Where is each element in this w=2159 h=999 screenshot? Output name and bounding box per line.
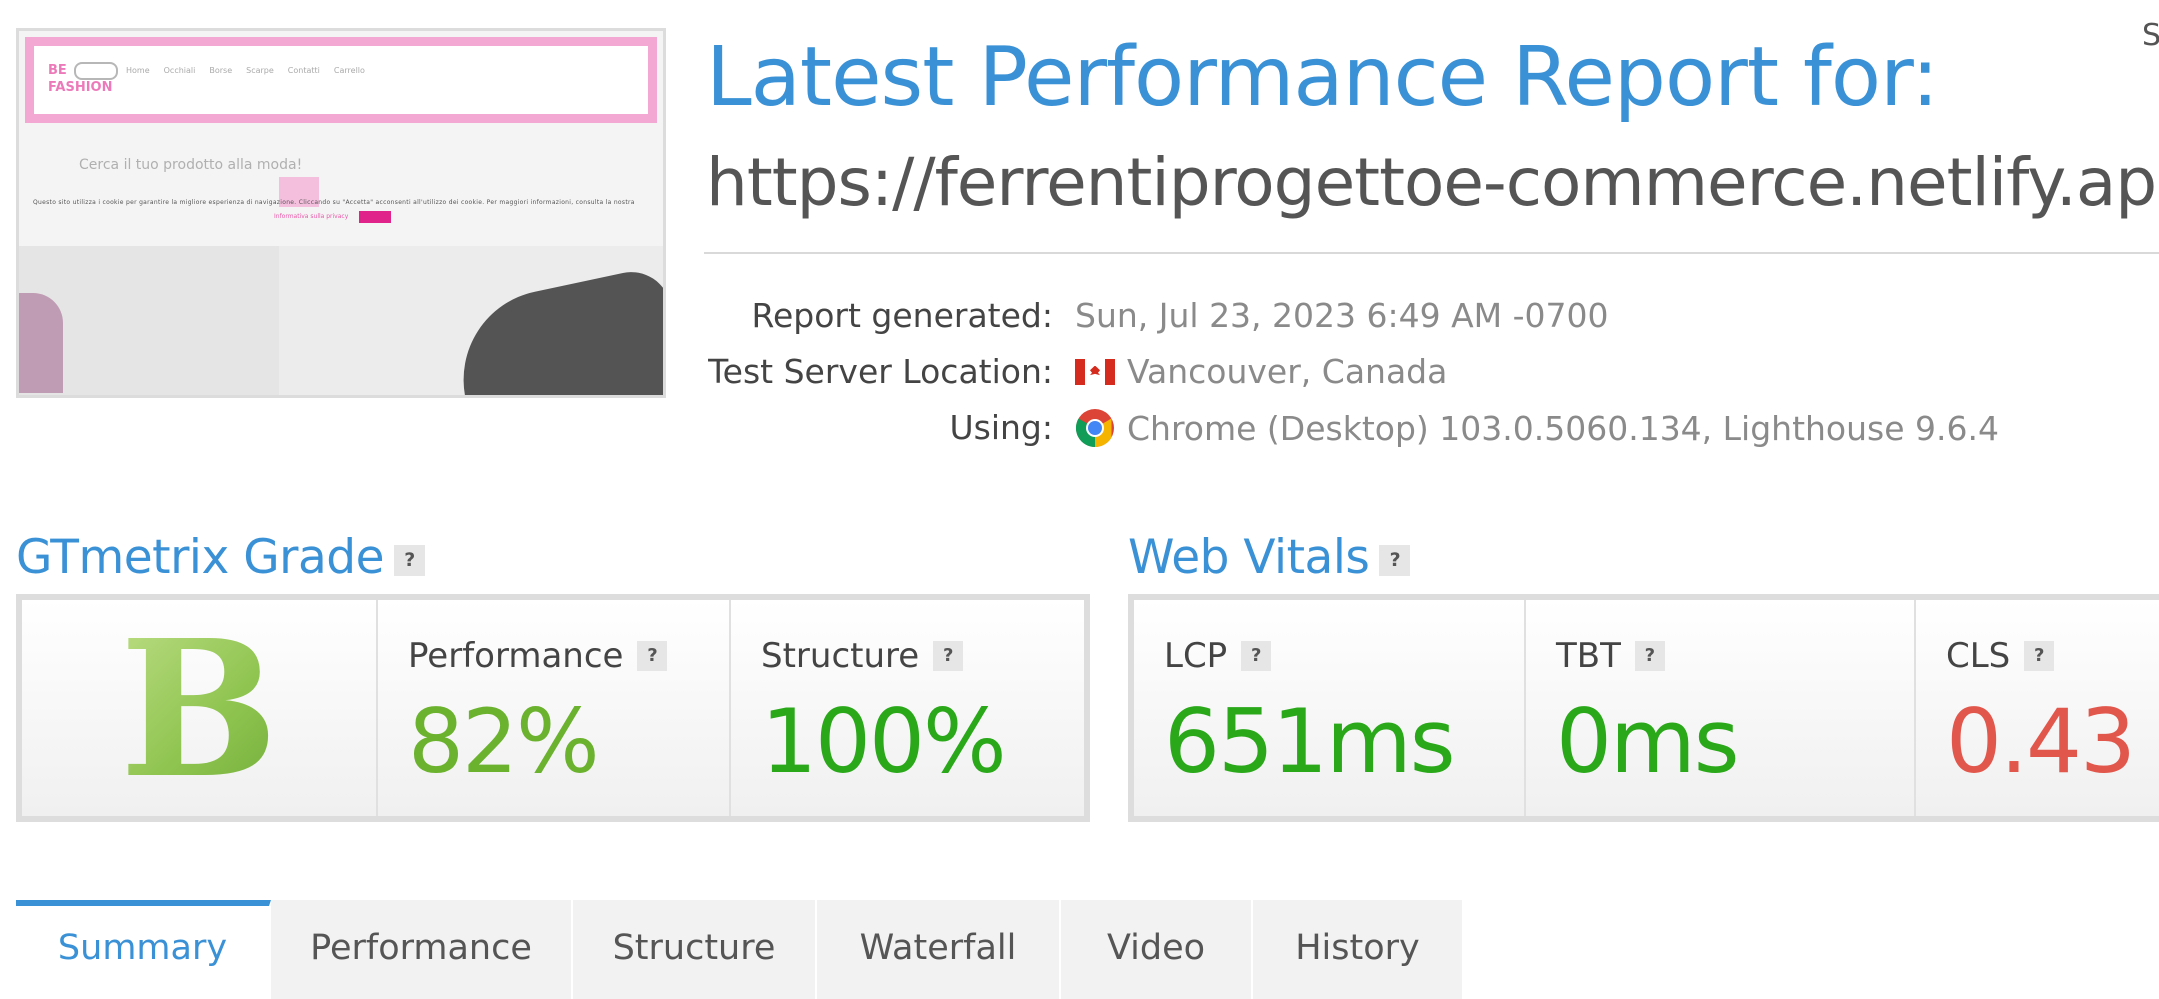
web-vitals-title: Web Vitals — [1128, 530, 1370, 585]
performance-cell: Performance ? 82% — [378, 600, 731, 816]
canada-flag-icon — [1075, 358, 1115, 385]
structure-label: Structure — [761, 636, 920, 676]
thumbnail-nav: Home Occhiali Borse Scarpe Contatti Carr… — [126, 66, 365, 75]
thumbnail-nav-item: Contatti — [287, 66, 320, 75]
server-location-text: Vancouver, Canada — [1127, 352, 1448, 391]
gtmetrix-grade-panel: B Performance ? 82% Structure ? 100% — [16, 594, 1090, 822]
performance-label: Performance — [408, 636, 624, 676]
help-icon[interactable]: ? — [1379, 545, 1411, 576]
thumbnail-nav-item: Carrello — [333, 66, 365, 75]
structure-score: 100% — [761, 690, 1007, 793]
glasses-icon — [74, 62, 118, 80]
tab-waterfall[interactable]: Waterfall — [817, 900, 1061, 999]
site-screenshot-thumbnail[interactable]: BE FASHION Home Occhiali Borse Scarpe Co… — [16, 28, 666, 398]
report-generated-label: Report generated: — [751, 296, 1053, 335]
report-tabs: Summary Performance Structure Waterfall … — [16, 900, 1464, 999]
thumbnail-nav-item: Home — [126, 66, 150, 75]
report-generated-row: Report generated: Sun, Jul 23, 2023 6:49… — [0, 296, 2159, 340]
web-vitals-heading: Web Vitals? — [1128, 530, 1411, 585]
page-title: Latest Performance Report for: — [706, 30, 1939, 125]
thumbnail-logo-line2: FASHION — [48, 80, 113, 95]
tbt-label: TBT — [1556, 636, 1621, 676]
cls-label: CLS — [1946, 636, 2011, 676]
lcp-label: LCP — [1164, 636, 1228, 676]
tbt-cell: TBT ? 0ms — [1526, 600, 1916, 816]
thumbnail-cookie-link: Informativa sulla privacy — [274, 213, 349, 220]
using-value: Chrome (Desktop) 103.0.5060.134, Lightho… — [1075, 408, 1999, 448]
tab-history[interactable]: History — [1253, 900, 1464, 999]
report-url[interactable]: https://ferrentiprogettoe-commerce.netli… — [706, 144, 2159, 221]
grade-letter: B — [22, 610, 376, 810]
thumbnail-cookie-button — [359, 211, 391, 223]
structure-cell: Structure ? 100% — [731, 600, 1084, 816]
help-icon[interactable]: ? — [933, 641, 964, 671]
tab-structure[interactable]: Structure — [573, 900, 817, 999]
using-label: Using: — [949, 408, 1054, 447]
lcp-value: 651ms — [1164, 690, 1456, 793]
report-generated-value: Sun, Jul 23, 2023 6:49 AM -0700 — [1075, 296, 1609, 335]
cls-value: 0.43 — [1946, 690, 2136, 793]
cls-label-row: CLS ? — [1946, 636, 2055, 676]
server-location-label: Test Server Location: — [708, 352, 1053, 391]
help-icon[interactable]: ? — [1241, 641, 1272, 671]
title-divider — [704, 252, 2159, 254]
help-icon[interactable]: ? — [2024, 641, 2055, 671]
server-location-value: Vancouver, Canada — [1075, 352, 1447, 391]
server-location-row: Test Server Location: Vancouver, Canada — [0, 352, 2159, 396]
using-text: Chrome (Desktop) 103.0.5060.134, Lightho… — [1127, 408, 1999, 448]
chrome-icon — [1075, 409, 1114, 448]
thumbnail-site-header: BE FASHION Home Occhiali Borse Scarpe Co… — [25, 37, 657, 123]
report-generated-text: Sun, Jul 23, 2023 6:49 AM -0700 — [1075, 296, 1609, 335]
thumbnail-nav-item: Scarpe — [246, 66, 274, 75]
help-icon[interactable]: ? — [637, 641, 668, 671]
thumbnail-search-text: Cerca il tuo prodotto alla moda! — [79, 157, 303, 173]
lcp-label-row: LCP ? — [1164, 636, 1272, 676]
help-icon[interactable]: ? — [1634, 641, 1665, 671]
gtmetrix-grade-heading: GTmetrix Grade? — [16, 530, 426, 585]
help-icon[interactable]: ? — [394, 545, 426, 576]
cls-cell: CLS ? 0.43 — [1916, 600, 2159, 816]
thumbnail-cookie-text: Questo sito utilizza i cookie per garant… — [33, 199, 635, 206]
tab-performance[interactable]: Performance — [271, 900, 573, 999]
using-row: Using: Chrome (Desktop) 103.0.5060.134, … — [0, 408, 2159, 452]
lcp-cell: LCP ? 651ms — [1134, 600, 1526, 816]
gtmetrix-grade-title: GTmetrix Grade — [16, 530, 385, 585]
grade-cell: B — [22, 600, 378, 816]
performance-label-row: Performance ? — [408, 636, 668, 676]
corner-text: S — [2142, 18, 2159, 53]
tab-video[interactable]: Video — [1061, 900, 1253, 999]
structure-label-row: Structure ? — [761, 636, 964, 676]
tbt-value: 0ms — [1556, 690, 1740, 793]
thumbnail-nav-item: Occhiali — [163, 66, 196, 75]
tab-summary[interactable]: Summary — [16, 900, 271, 999]
thumbnail-nav-item: Borse — [209, 66, 233, 75]
tbt-label-row: TBT ? — [1556, 636, 1665, 676]
web-vitals-panel: LCP ? 651ms TBT ? 0ms CLS ? 0.43 — [1128, 594, 2159, 822]
performance-score: 82% — [408, 690, 600, 793]
